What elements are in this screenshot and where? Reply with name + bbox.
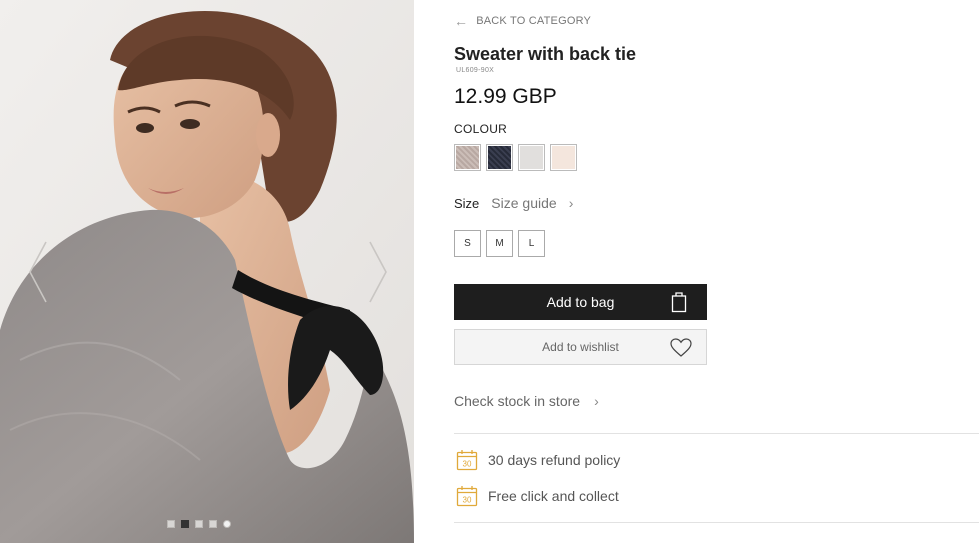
colour-swatch-light-grey[interactable] <box>518 144 545 171</box>
calendar-icon: 30 <box>456 486 478 507</box>
product-photo <box>0 0 414 543</box>
chevron-right-icon: › <box>568 195 574 211</box>
shopping-bag-icon <box>671 292 687 313</box>
colour-swatch-blush[interactable] <box>550 144 577 171</box>
colour-swatch-taupe[interactable] <box>454 144 481 171</box>
gallery-dot-active[interactable] <box>181 520 189 528</box>
gallery-next-button[interactable] <box>366 240 390 304</box>
svg-text:30: 30 <box>463 496 472 505</box>
perk-collect-label: Free click and collect <box>488 488 619 504</box>
swatch-fill <box>552 146 575 169</box>
svg-text:30: 30 <box>463 460 472 469</box>
add-to-wishlist-label: Add to wishlist <box>542 340 619 354</box>
perk-refund-policy: 30 30 days refund policy <box>456 449 620 471</box>
gallery-dot[interactable] <box>195 520 203 528</box>
chevron-right-icon: › <box>594 393 599 409</box>
chevron-right-icon <box>369 241 387 303</box>
divider <box>454 522 979 523</box>
size-options: S M L <box>454 230 545 257</box>
product-title: Sweater with back tie <box>454 44 637 64</box>
check-stock-label: Check stock in store <box>454 393 581 409</box>
swatch-fill <box>456 146 479 169</box>
gallery-dot-video[interactable] <box>223 520 231 528</box>
size-label: Size <box>454 195 480 211</box>
gallery-dot[interactable] <box>167 520 175 528</box>
add-to-bag-label: Add to bag <box>546 294 615 310</box>
add-to-wishlist-button[interactable]: Add to wishlist <box>454 329 707 365</box>
add-to-bag-button[interactable]: Add to bag <box>454 284 707 320</box>
colour-label: COLOUR <box>454 122 508 136</box>
gallery-pagination <box>167 520 231 528</box>
chevron-left-icon <box>29 241 47 303</box>
back-to-category-label: BACK TO CATEGORY <box>476 15 592 27</box>
size-row: Size Size guide › <box>454 195 573 211</box>
colour-swatches <box>454 144 577 171</box>
arrow-left-icon: ← <box>454 13 469 29</box>
size-option-m[interactable]: M <box>486 230 513 257</box>
divider <box>454 433 979 434</box>
product-price: 12.99 GBP <box>454 85 557 108</box>
perk-refund-label: 30 days refund policy <box>488 452 621 468</box>
check-stock-link[interactable]: Check stock in store › <box>454 393 599 409</box>
back-to-category-link[interactable]: ← BACK TO CATEGORY <box>454 14 591 28</box>
product-gallery <box>0 0 414 543</box>
size-option-l[interactable]: L <box>518 230 545 257</box>
gallery-dot[interactable] <box>209 520 217 528</box>
perk-click-collect: 30 Free click and collect <box>456 485 619 507</box>
size-guide-link[interactable]: Size guide › <box>491 195 573 211</box>
product-sku: UL609-90X <box>456 67 495 74</box>
product-details: ← BACK TO CATEGORY Sweater with back tie… <box>454 0 979 543</box>
gallery-prev-button[interactable] <box>26 240 50 304</box>
heart-icon <box>670 338 692 357</box>
size-guide-label: Size guide <box>491 195 557 211</box>
calendar-icon: 30 <box>456 450 478 471</box>
swatch-fill <box>520 146 543 169</box>
swatch-fill <box>488 146 511 169</box>
colour-swatch-navy[interactable] <box>486 144 513 171</box>
size-option-s[interactable]: S <box>454 230 481 257</box>
